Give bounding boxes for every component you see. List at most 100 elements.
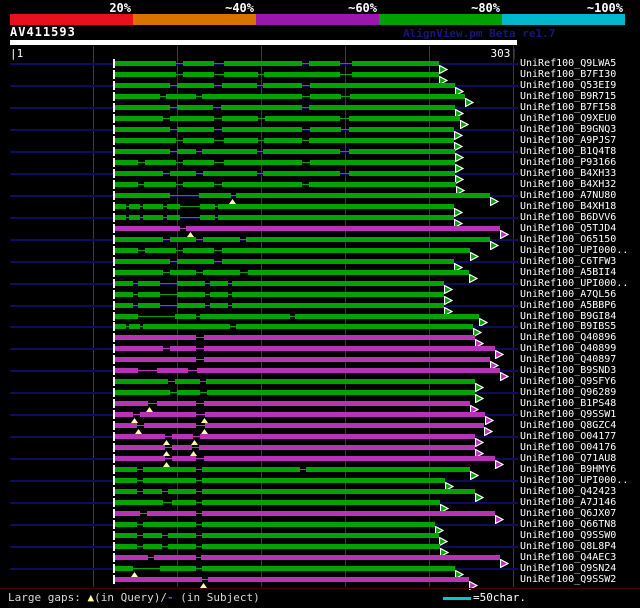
alignment-segment (172, 456, 196, 461)
alignment-segment (115, 182, 138, 187)
alignment-segment (144, 423, 196, 428)
alignment-gap-connector (214, 261, 222, 262)
alignment-arrowhead-icon (499, 366, 510, 385)
row-label[interactable]: UniRef100_O04176 (520, 442, 616, 453)
row-label[interactable]: UniRef100_Q9SSW0 (520, 530, 616, 541)
alignment-segment (200, 204, 215, 209)
row-label[interactable]: UniRef100_A7J146 (520, 497, 616, 508)
row-label[interactable]: UniRef100_B1PS48 (520, 398, 616, 409)
row-label[interactable]: UniRef100_B1Q4T8 (520, 146, 616, 157)
row-label[interactable]: UniRef100_Q96289 (520, 387, 616, 398)
row-label[interactable]: UniRef100_UPI000.. (520, 278, 628, 289)
row-label[interactable]: UniRef100_B4XH33 (520, 168, 616, 179)
row-label[interactable]: UniRef100_B4XH18 (520, 201, 616, 212)
alignment-gap-connector (160, 294, 177, 295)
alignment-gap-connector (214, 184, 222, 185)
alignment-segment (145, 160, 176, 165)
alignment-segment (129, 204, 140, 209)
alignment-segment (138, 281, 160, 286)
row-label[interactable]: UniRef100_Q9SSW1 (520, 409, 616, 420)
alignment-gap-connector (302, 96, 310, 97)
row-label[interactable]: UniRef100_UPI000.. (520, 245, 628, 256)
row-label[interactable]: UniRef100_O04177 (520, 431, 616, 442)
row-label[interactable]: UniRef100_P93166 (520, 157, 616, 168)
alignment-segment (200, 434, 475, 439)
row-label[interactable]: UniRef100_Q4AEC3 (520, 552, 616, 563)
row-label[interactable]: UniRef100_B7FI58 (520, 102, 616, 113)
alignment-segment (177, 390, 200, 395)
row-label[interactable]: UniRef100_Q8L8P4 (520, 541, 616, 552)
alignment-segment (166, 94, 196, 99)
row-label[interactable]: UniRef100_Q8GZC4 (520, 420, 616, 431)
row-label[interactable]: UniRef100_Q66TN8 (520, 519, 616, 530)
alignment-segment (143, 533, 162, 538)
row-label[interactable]: UniRef100_B7FI30 (520, 69, 616, 80)
alignment-segment (145, 248, 176, 253)
row-label[interactable]: UniRef100_O65150 (520, 234, 616, 245)
alignment-gap-connector (176, 63, 183, 64)
row-label[interactable]: UniRef100_A5BII4 (520, 267, 616, 278)
alignment-gap-connector (302, 162, 310, 163)
alignment-segment (183, 248, 214, 253)
alignment-gap-connector (176, 74, 183, 75)
row-label[interactable]: UniRef100_Q9XEU0 (520, 113, 616, 124)
row-label[interactable]: UniRef100_B6DVV6 (520, 212, 616, 223)
alignment-gap-connector (258, 118, 265, 119)
alignment-segment (175, 379, 200, 384)
large-gap-query-marker-icon (191, 440, 198, 445)
alignment-gap-connector (302, 63, 309, 64)
alignment-segment (157, 401, 196, 406)
row-label[interactable]: UniRef100_A5BBP6 (520, 300, 616, 311)
row-label[interactable]: UniRef100_B9HMY6 (520, 464, 616, 475)
alignment-segment (204, 357, 490, 362)
row-label[interactable]: UniRef100_Q9SN24 (520, 563, 616, 574)
alignment-gap-connector (340, 74, 352, 75)
row-label[interactable]: UniRef100_Q42423 (520, 486, 616, 497)
row-label[interactable]: UniRef100_C6TFW3 (520, 256, 616, 267)
alignment-gap-connector (133, 568, 160, 569)
alignment-segment (352, 72, 439, 77)
alignment-gap-connector (214, 250, 222, 251)
row-label[interactable]: UniRef100_Q6JX07 (520, 508, 616, 519)
alignment-segment (115, 467, 137, 472)
row-label[interactable]: UniRef100_Q9LWA5 (520, 58, 616, 69)
alignment-segment (140, 412, 196, 417)
alignment-segment (205, 412, 485, 417)
alignment-segment (172, 500, 196, 505)
row-label[interactable]: UniRef100_Q5TJD4 (520, 223, 616, 234)
row-label[interactable]: UniRef100_Q71AU8 (520, 453, 616, 464)
alignment-gap-connector (170, 129, 177, 130)
alignment-gap-connector (176, 184, 183, 185)
alignment-segment (143, 204, 163, 209)
alignment-segment (154, 555, 196, 560)
row-label[interactable]: UniRef100_B9IBS5 (520, 321, 616, 332)
alignment-segment (202, 478, 445, 483)
row-label[interactable]: UniRef100_Q53EI9 (520, 80, 616, 91)
row-label[interactable]: UniRef100_Q9SFY6 (520, 376, 616, 387)
alignment-segment (115, 522, 137, 527)
alignment-segment (172, 434, 193, 439)
row-label[interactable]: UniRef100_Q9SSW2 (520, 574, 616, 585)
alignment-segment (115, 149, 170, 154)
row-label[interactable]: UniRef100_A9PJS7 (520, 135, 616, 146)
row-label[interactable]: UniRef100_Q40896 (520, 332, 616, 343)
row-label[interactable]: UniRef100_Q40899 (520, 343, 616, 354)
alignment-segment (115, 281, 133, 286)
alignment-segment (352, 61, 439, 66)
row-label[interactable]: UniRef100_A7NU80 (520, 190, 616, 201)
alignment-gap-connector (196, 403, 204, 404)
row-label[interactable]: UniRef100_B4XH32 (520, 179, 616, 190)
row-label[interactable]: UniRef100_B9SND3 (520, 365, 616, 376)
row-label[interactable]: UniRef100_B9GNQ3 (520, 124, 616, 135)
alignment-arrowhead-icon (489, 191, 500, 210)
row-label[interactable]: UniRef100_A7QL56 (520, 289, 616, 300)
alignment-segment (115, 445, 165, 450)
alignment-gap-connector (163, 272, 170, 273)
alignment-segment (170, 171, 196, 176)
row-label[interactable]: UniRef100_Q40897 (520, 354, 616, 365)
row-label[interactable]: UniRef100_B9R715 (520, 91, 616, 102)
alignment-segment (263, 83, 302, 88)
alignment-gap-connector (196, 272, 203, 273)
alignment-segment (115, 368, 138, 373)
row-label[interactable]: UniRef100_UPI000.. (520, 475, 628, 486)
